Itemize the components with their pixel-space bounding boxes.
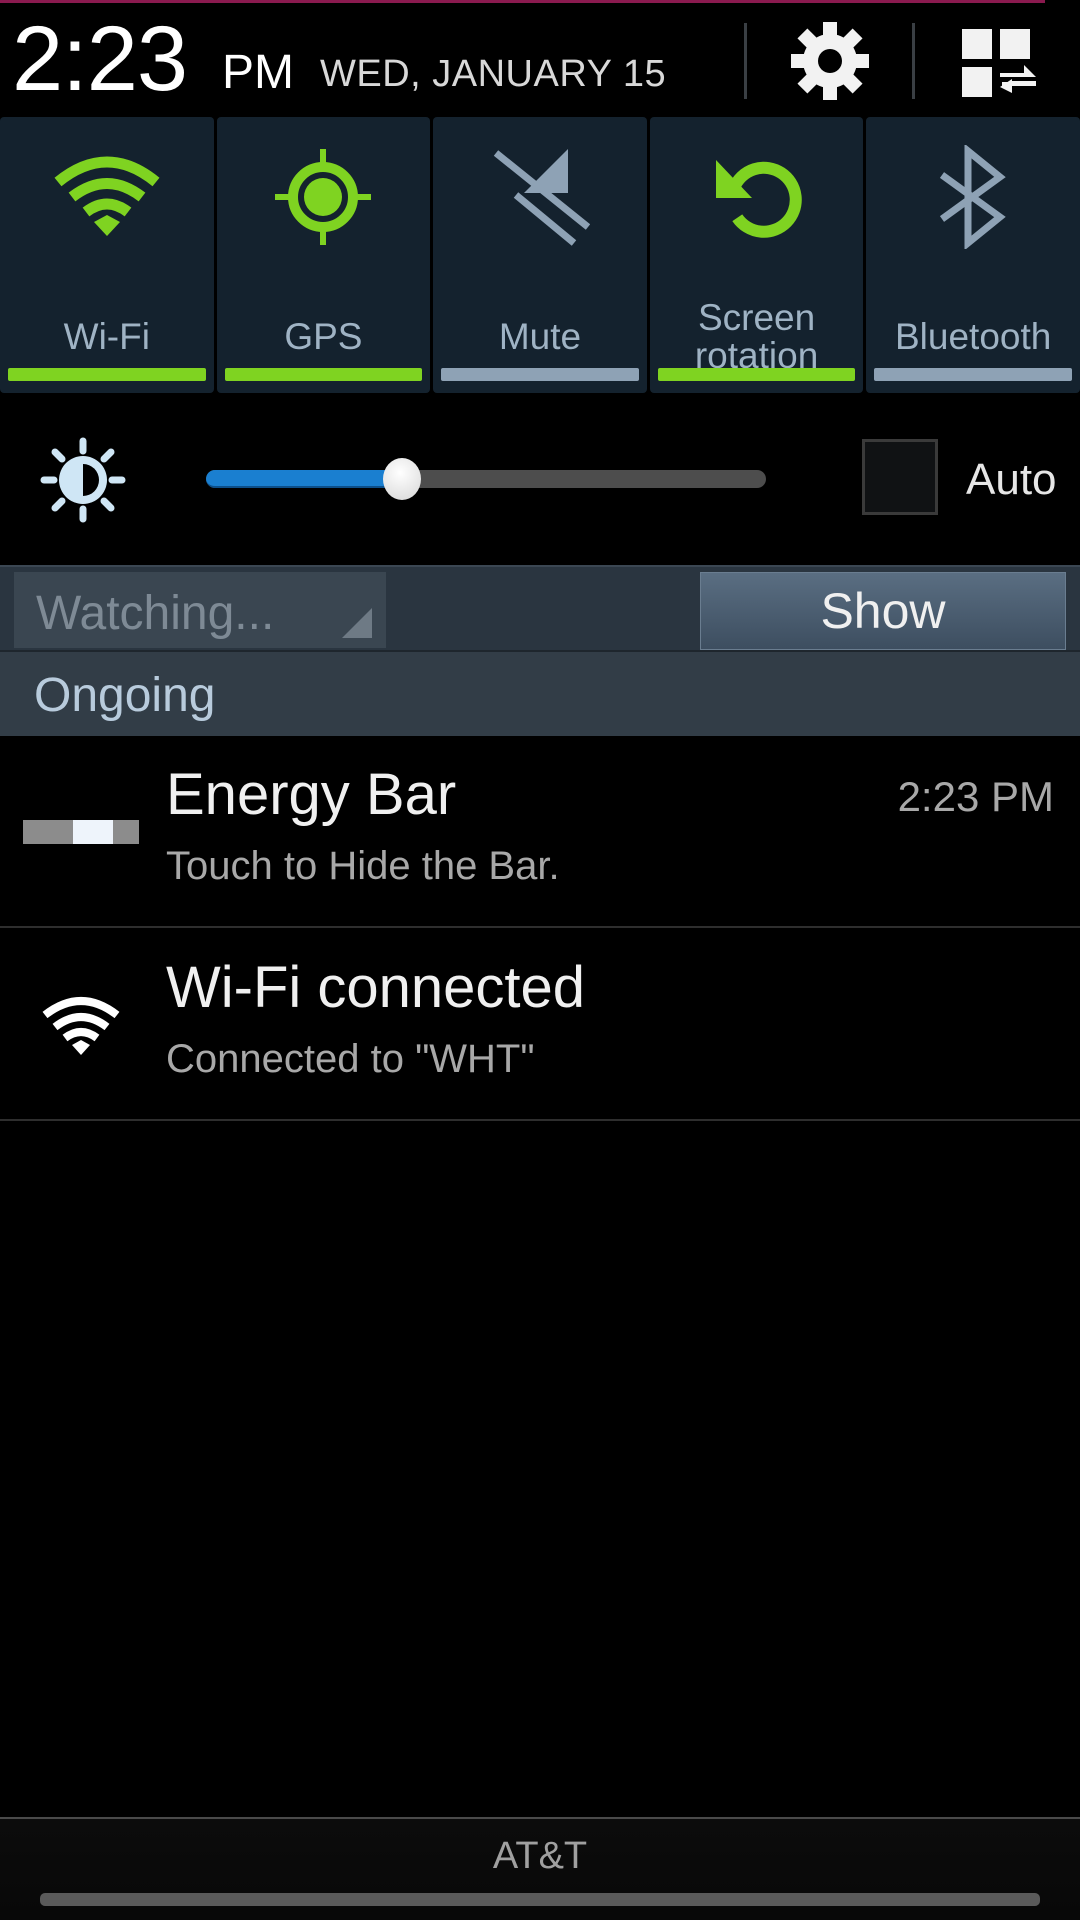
toggle-label: Wi-Fi <box>63 316 150 357</box>
toggle-state-bar <box>874 368 1072 381</box>
quick-toggles: Wi-Fi GPS Mute Screen rotation Bluetooth <box>0 117 1080 393</box>
ongoing-section-header: Ongoing <box>0 650 1080 736</box>
notification-header: 2:23 PM WED, JANUARY 15 <box>0 3 1080 115</box>
notification-wifi-connected[interactable]: Wi-Fi connected Connected to "WHT" <box>0 929 1080 1121</box>
drag-handle[interactable] <box>40 1893 1040 1906</box>
toggle-state-bar <box>441 368 639 381</box>
toggle-label: Screen rotation <box>650 295 864 379</box>
clock-ampm: PM <box>222 46 294 99</box>
wifi-icon <box>42 997 120 1055</box>
notification-footer: AT&T <box>0 1817 1080 1920</box>
toggle-state-bar <box>224 368 423 381</box>
toggle-label: GPS <box>284 316 363 357</box>
carrier-label: AT&T <box>492 1835 588 1877</box>
rotation-icon <box>715 160 802 238</box>
mute-icon <box>493 149 590 246</box>
toggle-wifi[interactable]: Wi-Fi <box>0 117 214 393</box>
brightness-row: Auto <box>0 395 1080 565</box>
toggle-screen-rotation[interactable]: Screen rotation <box>649 117 864 393</box>
wifi-icon <box>54 156 160 236</box>
quick-settings-grid-icon <box>962 29 1036 97</box>
notification-subtitle: Connected to "WHT" <box>166 1037 535 1081</box>
toggle-bluetooth[interactable]: Bluetooth <box>866 117 1080 393</box>
divider <box>912 23 915 99</box>
notification-subtitle: Touch to Hide the Bar. <box>166 844 560 888</box>
dropdown-corner-icon <box>342 608 372 638</box>
toggle-label-line: Screen <box>697 297 816 338</box>
quick-settings-edit-button[interactable] <box>950 19 1050 103</box>
notification-time: 2:23 PM <box>897 773 1054 820</box>
divider <box>744 23 747 99</box>
auto-brightness-label: Auto <box>966 455 1057 504</box>
energy-bar-icon <box>23 820 139 844</box>
notification-title: Wi-Fi connected <box>166 955 586 1020</box>
slider-fill <box>206 470 402 488</box>
gps-icon <box>275 149 372 245</box>
show-button[interactable]: Show <box>700 572 1066 650</box>
date-label: WED, JANUARY 15 <box>320 53 667 95</box>
watching-dropdown[interactable]: Watching... <box>14 572 386 648</box>
bluetooth-icon <box>940 145 1006 249</box>
clock-time: 2:23 <box>12 8 188 110</box>
notification-title: Energy Bar <box>166 762 457 827</box>
toggle-mute[interactable]: Mute <box>433 117 647 393</box>
toggle-label: Bluetooth <box>894 316 1052 357</box>
settings-button[interactable] <box>780 19 880 103</box>
dropdown-value: Watching... <box>36 587 275 640</box>
brightness-slider[interactable] <box>206 458 766 500</box>
notification-energy-bar[interactable]: Energy Bar Touch to Hide the Bar. 2:23 P… <box>0 736 1080 928</box>
toggle-gps[interactable]: GPS <box>216 117 431 393</box>
toggle-label: Mute <box>498 316 582 357</box>
slider-thumb[interactable] <box>383 458 421 500</box>
gear-icon <box>791 22 869 100</box>
watch-bar: Watching... Show <box>0 565 1080 650</box>
brightness-icon <box>40 437 126 523</box>
auto-brightness-checkbox[interactable] <box>862 439 938 515</box>
toggle-state-bar <box>657 368 856 381</box>
toggle-state-bar <box>8 368 206 381</box>
section-title: Ongoing <box>34 669 216 722</box>
